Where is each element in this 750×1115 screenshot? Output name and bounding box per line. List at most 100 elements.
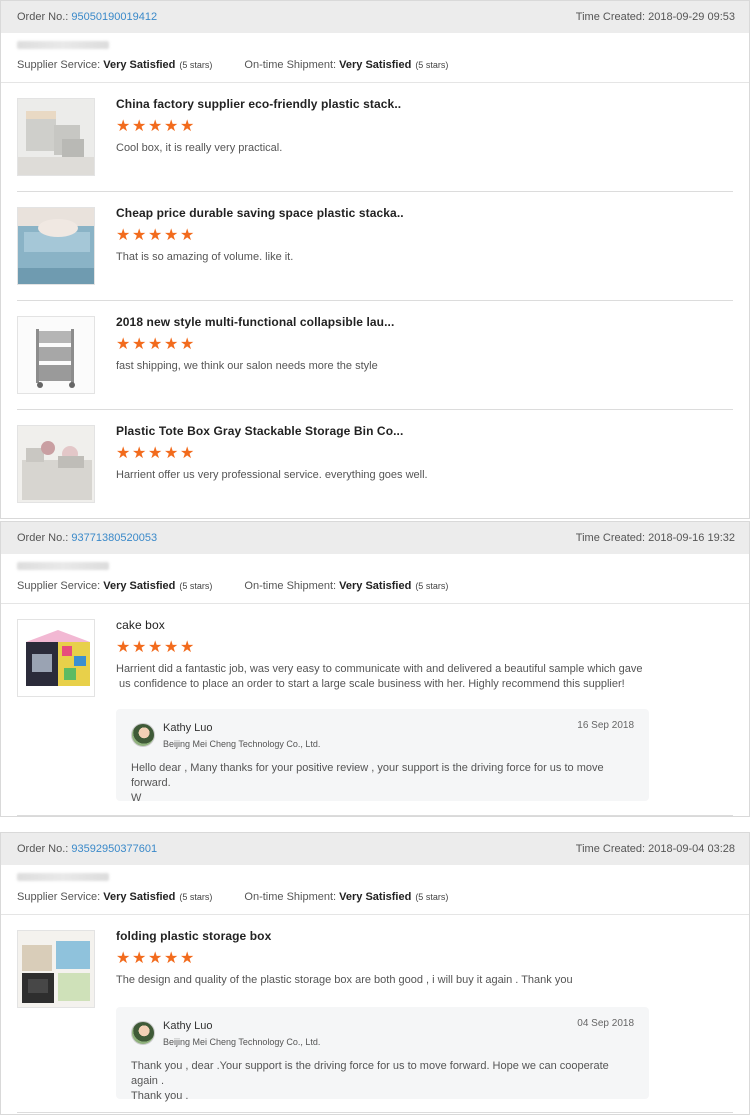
- star-icon: ★: [180, 950, 195, 967]
- reply-text: Thank you , dear .Your support is the dr…: [131, 1059, 631, 1104]
- order-no-link[interactable]: 93771380520053: [71, 532, 157, 544]
- star-icon: ★: [180, 639, 195, 656]
- time-created-label: Time Created:: [575, 532, 646, 544]
- star-icon: ★: [132, 639, 147, 656]
- star-icon: ★: [180, 227, 195, 244]
- review-comment: Harrient offer us very professional serv…: [116, 469, 428, 481]
- buyer-row: Supplier Service: Very Satisfied (5 stars…: [1, 33, 749, 83]
- review-item: 2018 new style multi-functional collapsi…: [17, 301, 733, 410]
- review-item: Cheap price durable saving space plastic…: [17, 192, 733, 301]
- shipment-rating: On-time Shipment: Very Satisfied (5 stars…: [244, 891, 449, 903]
- order-no-label: Order No.:: [17, 532, 69, 544]
- star-icon: ★: [164, 950, 179, 967]
- star-icon: ★: [116, 336, 131, 353]
- supplier-service-rating: Supplier Service: Very Satisfied (5 stars…: [17, 891, 213, 903]
- star-rating: ★ ★ ★ ★ ★: [116, 336, 195, 353]
- review-item: Plastic Tote Box Gray Stackable Storage …: [17, 410, 733, 518]
- review-item: China factory supplier eco-friendly plas…: [17, 83, 733, 192]
- product-thumbnail[interactable]: [17, 930, 95, 1008]
- time-created-value: 2018-09-16 19:32: [648, 532, 735, 544]
- reply-text: Hello dear , Many thanks for your positi…: [131, 761, 631, 806]
- order-number: Order No.: 93592950377601: [17, 843, 157, 855]
- star-icon: ★: [116, 445, 131, 462]
- order-no-label: Order No.:: [17, 843, 69, 855]
- time-created: Time Created: 2018-09-04 03:28: [576, 843, 735, 855]
- buyer-row: Supplier Service: Very Satisfied (5 stars…: [1, 865, 749, 915]
- supplier-ratings: Supplier Service: Very Satisfied (5 stars…: [17, 59, 733, 71]
- product-thumbnail[interactable]: [17, 207, 95, 285]
- buyer-name-blurred: [17, 562, 109, 570]
- supplier-ratings: Supplier Service: Very Satisfied (5 stars…: [17, 580, 733, 592]
- product-title[interactable]: cake box: [116, 618, 165, 632]
- product-thumbnail[interactable]: [17, 619, 95, 697]
- reply-text-line: Thank you .: [131, 1090, 189, 1102]
- star-icon: ★: [132, 950, 147, 967]
- reply-company: Beijing Mei Cheng Technology Co., Ltd.: [163, 739, 321, 749]
- time-created-value: 2018-09-29 09:53: [648, 11, 735, 23]
- product-title[interactable]: Cheap price durable saving space plastic…: [116, 206, 404, 220]
- order-header: Order No.: 93592950377601 Time Created: …: [1, 833, 749, 865]
- product-thumbnail[interactable]: [17, 98, 95, 176]
- supplier-ratings: Supplier Service: Very Satisfied (5 stars…: [17, 891, 733, 903]
- review-comment-line: us confidence to place an order to start…: [116, 678, 625, 690]
- order-card: Order No.: 93771380520053 Time Created: …: [0, 521, 750, 817]
- reply-date: 16 Sep 2018: [577, 720, 634, 731]
- order-number: Order No.: 95050190019412: [17, 11, 157, 23]
- reply-date: 04 Sep 2018: [577, 1018, 634, 1029]
- product-title[interactable]: 2018 new style multi-functional collapsi…: [116, 315, 394, 329]
- star-icon: ★: [164, 118, 179, 135]
- star-icon: ★: [180, 445, 195, 462]
- order-header: Order No.: 95050190019412 Time Created: …: [1, 1, 749, 33]
- star-icon: ★: [132, 227, 147, 244]
- star-rating: ★ ★ ★ ★ ★: [116, 227, 195, 244]
- order-card: Order No.: 93592950377601 Time Created: …: [0, 832, 750, 1115]
- star-icon: ★: [148, 118, 163, 135]
- time-created-label: Time Created:: [575, 843, 646, 855]
- star-icon: ★: [164, 445, 179, 462]
- shipment-rating: On-time Shipment: Very Satisfied (5 stars…: [244, 580, 449, 592]
- star-icon: ★: [132, 118, 147, 135]
- star-icon: ★: [164, 639, 179, 656]
- time-created-value: 2018-09-04 03:28: [648, 843, 735, 855]
- review-comment: Harrient did a fantastic job, was very e…: [116, 662, 642, 692]
- review-comment: The design and quality of the plastic st…: [116, 974, 573, 986]
- star-rating: ★ ★ ★ ★ ★: [116, 950, 195, 967]
- star-rating: ★ ★ ★ ★ ★: [116, 639, 195, 656]
- star-icon: ★: [164, 336, 179, 353]
- order-number: Order No.: 93771380520053: [17, 532, 157, 544]
- product-title[interactable]: China factory supplier eco-friendly plas…: [116, 97, 401, 111]
- star-icon: ★: [164, 227, 179, 244]
- reply-author: Kathy Luo: [163, 1020, 213, 1032]
- reply-company: Beijing Mei Cheng Technology Co., Ltd.: [163, 1037, 321, 1047]
- star-icon: ★: [116, 950, 131, 967]
- buyer-name-blurred: [17, 41, 109, 49]
- star-icon: ★: [180, 336, 195, 353]
- order-no-link[interactable]: 93592950377601: [71, 843, 157, 855]
- supplier-reply: Kathy Luo Beijing Mei Cheng Technology C…: [116, 1007, 649, 1102]
- product-title[interactable]: folding plastic storage box: [116, 929, 271, 943]
- review-comment: fast shipping, we think our salon needs …: [116, 360, 378, 372]
- star-icon: ★: [132, 336, 147, 353]
- time-created: Time Created: 2018-09-16 19:32: [576, 532, 735, 544]
- review-comment: Cool box, it is really very practical.: [116, 142, 283, 154]
- star-icon: ★: [116, 639, 131, 656]
- avatar: [131, 1021, 155, 1045]
- star-icon: ★: [148, 639, 163, 656]
- product-thumbnail[interactable]: [17, 425, 95, 503]
- star-rating: ★ ★ ★ ★ ★: [116, 445, 195, 462]
- supplier-reply: Kathy Luo Beijing Mei Cheng Technology C…: [116, 709, 649, 804]
- reply-text-line: Thank you , dear .Your support is the dr…: [131, 1060, 609, 1087]
- product-thumbnail[interactable]: [17, 316, 95, 394]
- order-no-label: Order No.:: [17, 11, 69, 23]
- star-icon: ★: [116, 227, 131, 244]
- buyer-name-blurred: [17, 873, 109, 881]
- time-created-label: Time Created:: [575, 11, 646, 23]
- order-no-link[interactable]: 95050190019412: [71, 11, 157, 23]
- avatar: [131, 723, 155, 747]
- star-rating: ★ ★ ★ ★ ★: [116, 118, 194, 135]
- product-title[interactable]: Plastic Tote Box Gray Stackable Storage …: [116, 424, 403, 438]
- star-icon: ★: [148, 336, 163, 353]
- order-card: Order No.: 95050190019412 Time Created: …: [0, 0, 750, 519]
- reply-author: Kathy Luo: [163, 722, 213, 734]
- star-icon: ★: [132, 445, 147, 462]
